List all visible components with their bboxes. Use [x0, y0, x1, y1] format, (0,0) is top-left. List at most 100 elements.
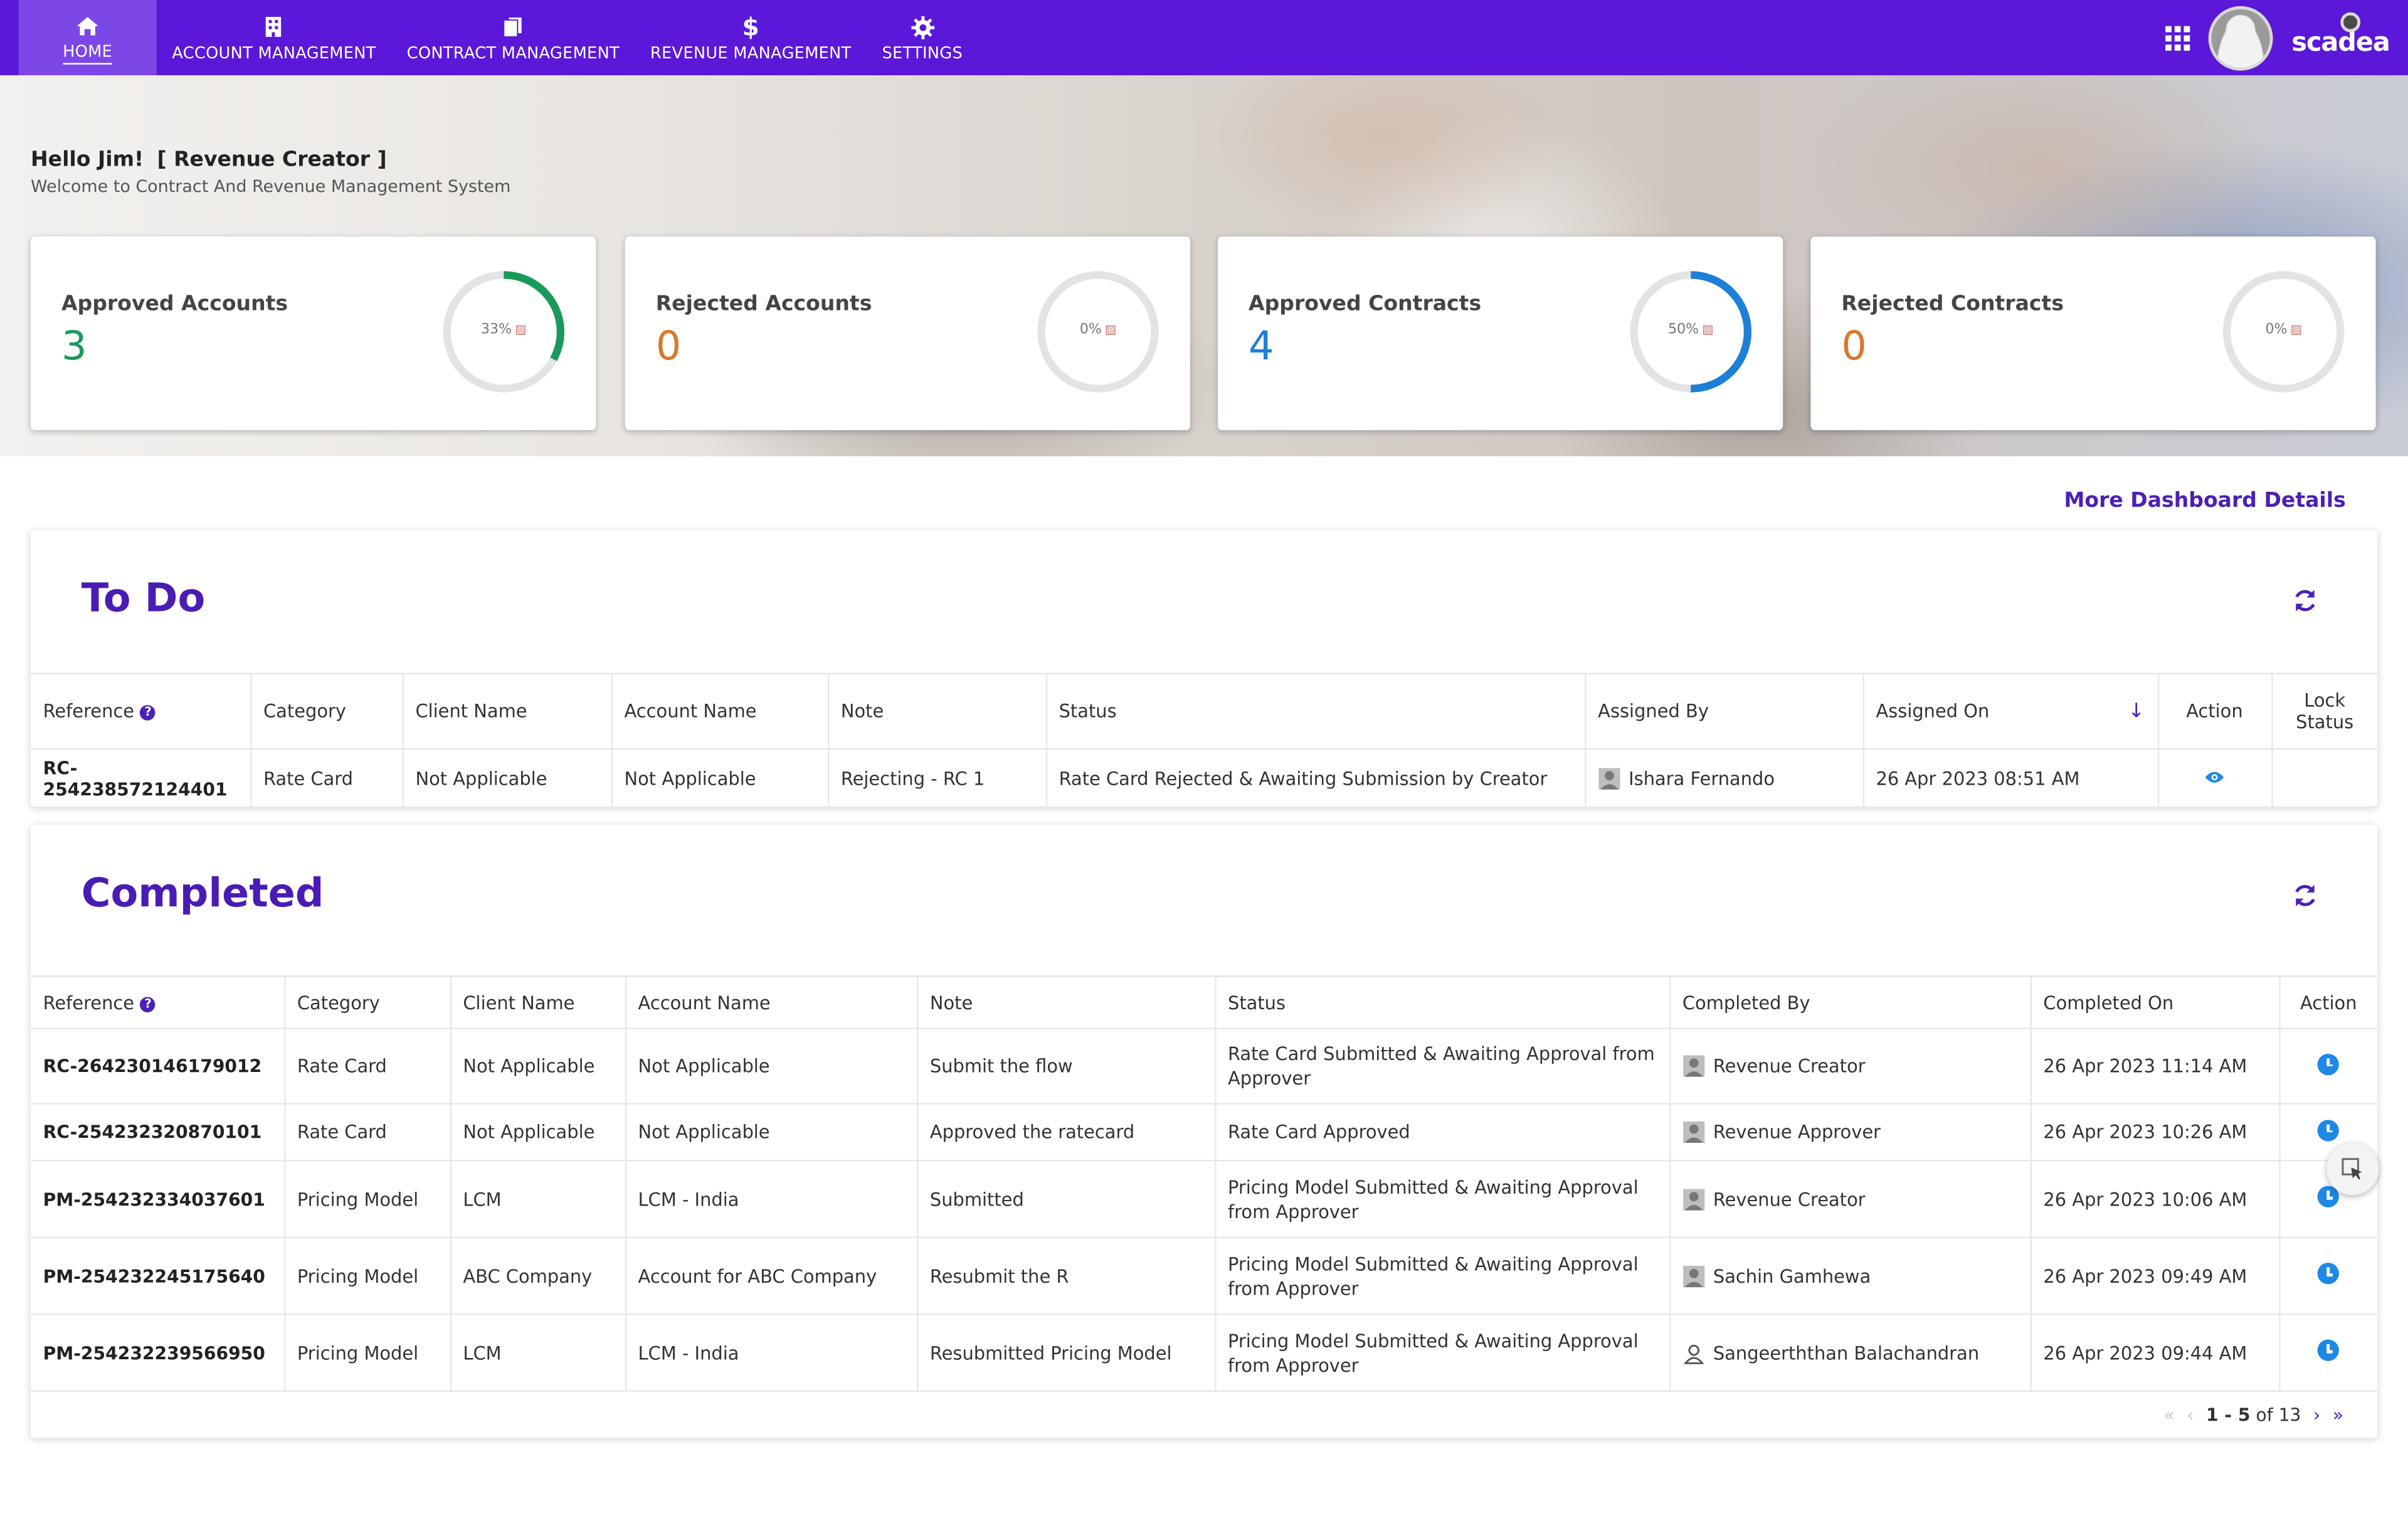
- chart-icon: ▨: [2290, 322, 2302, 337]
- col-status[interactable]: Status: [1213, 975, 1670, 1029]
- stat-label: Approved Accounts: [61, 292, 288, 317]
- col-account-name[interactable]: Account Name: [624, 975, 917, 1029]
- nav-contract-management-label: CONTRACT MANAGEMENT: [406, 43, 620, 63]
- cursor-select-icon: [2342, 1158, 2362, 1180]
- cell-status: Rate Card Approved: [1213, 1103, 1670, 1162]
- col-account-name[interactable]: Account Name: [610, 672, 828, 750]
- col-assigned-by[interactable]: Assigned By: [1584, 672, 1863, 750]
- completed-title: Completed: [81, 871, 324, 918]
- col-action: Action: [2157, 672, 2272, 750]
- stat-card-approved-accounts[interactable]: Approved Accounts 3 33% ▨: [30, 236, 596, 430]
- cell-completed-on: 26 Apr 2023 10:06 AM: [2029, 1160, 2279, 1238]
- apps-grid-icon[interactable]: [2165, 25, 2190, 50]
- nav-home[interactable]: HOME: [18, 0, 157, 76]
- refresh-icon[interactable]: [2291, 587, 2319, 615]
- col-note[interactable]: Note: [916, 975, 1215, 1029]
- completed-header-row: Reference? Category Client Name Account …: [30, 975, 2378, 1029]
- more-dashboard-details-link[interactable]: More Dashboard Details: [2064, 489, 2345, 513]
- table-row[interactable]: RC-254232320870101 Rate Card Not Applica…: [30, 1103, 2378, 1162]
- next-page-icon[interactable]: ›: [2313, 1404, 2320, 1425]
- nav-revenue-management-label: REVENUE MANAGEMENT: [650, 43, 852, 63]
- col-category[interactable]: Category: [249, 672, 403, 750]
- col-assigned-on[interactable]: Assigned On ↓: [1862, 672, 2158, 750]
- greeting: Hello Jim! [ Revenue Creator ]: [31, 147, 387, 172]
- history-clock-icon[interactable]: [2318, 1119, 2340, 1141]
- nav-settings-label: SETTINGS: [882, 43, 963, 63]
- cell-client: LCM: [449, 1160, 625, 1238]
- col-status[interactable]: Status: [1045, 672, 1585, 750]
- prev-page-icon[interactable]: ‹: [2187, 1404, 2194, 1425]
- cell-account: Not Applicable: [624, 1028, 917, 1105]
- cell-reference: PM-254232239566950: [30, 1314, 285, 1392]
- cell-category: Rate Card: [283, 1103, 450, 1162]
- user-avatar[interactable]: [2209, 5, 2273, 70]
- cell-status: Rate Card Submitted & Awaiting Approval …: [1213, 1028, 1670, 1105]
- view-eye-icon[interactable]: [2204, 767, 2225, 788]
- history-clock-icon[interactable]: [2318, 1263, 2340, 1285]
- nav-right: scadea: [2165, 0, 2408, 75]
- table-row[interactable]: RC-254238572124401 Rate Card Not Applica…: [30, 748, 2378, 809]
- stat-label: Rejected Accounts: [655, 292, 872, 317]
- cell-category: Pricing Model: [283, 1314, 450, 1392]
- cell-action: [2278, 1237, 2378, 1315]
- floating-pointer-button[interactable]: [2326, 1143, 2379, 1196]
- col-reference[interactable]: Reference?: [30, 975, 285, 1029]
- col-client-name[interactable]: Client Name: [449, 975, 625, 1029]
- refresh-icon[interactable]: [2291, 882, 2319, 910]
- last-page-icon[interactable]: »: [2333, 1404, 2343, 1425]
- cell-completed-by: Revenue Creator: [1668, 1160, 2030, 1238]
- sort-arrow-down-icon[interactable]: ↓: [2128, 700, 2145, 723]
- cell-account: LCM - India: [624, 1160, 917, 1238]
- cell-category: Pricing Model: [283, 1237, 450, 1315]
- help-icon[interactable]: ?: [140, 705, 156, 721]
- cell-action: [2157, 748, 2272, 809]
- first-page-icon[interactable]: «: [2163, 1404, 2174, 1425]
- help-icon[interactable]: ?: [140, 996, 156, 1012]
- cell-assigned-by: Ishara Fernando: [1584, 748, 1863, 809]
- cell-status: Pricing Model Submitted & Awaiting Appro…: [1213, 1237, 1670, 1315]
- col-category[interactable]: Category: [283, 975, 450, 1029]
- stat-label: Rejected Contracts: [1841, 292, 2064, 317]
- cell-lock-status: [2270, 748, 2378, 809]
- cell-reference: RC-254232320870101: [30, 1103, 285, 1162]
- history-clock-icon[interactable]: [2318, 1053, 2340, 1075]
- chart-icon: ▨: [514, 322, 527, 337]
- table-row[interactable]: PM-254232334037601 Pricing Model LCM LCM…: [30, 1160, 2378, 1238]
- cell-action: [2278, 1314, 2378, 1392]
- cell-client: Not Applicable: [449, 1028, 625, 1105]
- stat-value: 3: [61, 324, 87, 371]
- cell-note: Submit the flow: [916, 1028, 1215, 1105]
- col-reference[interactable]: Reference?: [30, 672, 251, 750]
- stat-percent: 0% ▨: [1079, 322, 1117, 338]
- stat-card-approved-contracts[interactable]: Approved Contracts 4 50% ▨: [1218, 236, 1783, 430]
- history-clock-icon[interactable]: [2318, 1339, 2340, 1361]
- nav-contract-management[interactable]: CONTRACT MANAGEMENT: [391, 0, 635, 75]
- stat-label: Approved Contracts: [1249, 292, 1482, 317]
- stat-card-rejected-contracts[interactable]: Rejected Contracts 0 0% ▨: [1810, 236, 2376, 430]
- col-client-name[interactable]: Client Name: [401, 672, 611, 750]
- stat-card-rejected-accounts[interactable]: Rejected Accounts 0 0% ▨: [625, 236, 1190, 430]
- cell-assigned-on: 26 Apr 2023 08:51 AM: [1862, 748, 2158, 809]
- col-completed-on[interactable]: Completed On: [2029, 975, 2279, 1029]
- table-row[interactable]: PM-254232245175640 Pricing Model ABC Com…: [30, 1237, 2378, 1315]
- cell-completed-on: 26 Apr 2023 09:49 AM: [2029, 1237, 2279, 1315]
- welcome-text: Welcome to Contract And Revenue Manageme…: [30, 176, 511, 197]
- hero-banner: Hello Jim! [ Revenue Creator ] Welcome t…: [0, 75, 2408, 457]
- col-action: Action: [2278, 975, 2378, 1029]
- cell-reference: RC-254238572124401: [30, 748, 251, 809]
- greeting-text: Hello Jim!: [30, 147, 144, 172]
- user-icon: [1682, 1121, 1704, 1143]
- table-row[interactable]: PM-254232239566950 Pricing Model LCM LCM…: [30, 1314, 2378, 1392]
- cell-account: Not Applicable: [624, 1103, 917, 1162]
- col-completed-by[interactable]: Completed By: [1668, 975, 2030, 1029]
- nav-revenue-management[interactable]: $ REVENUE MANAGEMENT: [635, 0, 867, 75]
- cell-category: Rate Card: [283, 1028, 450, 1105]
- table-row[interactable]: RC-264230146179012 Rate Card Not Applica…: [30, 1028, 2378, 1105]
- stat-donut: 33% ▨: [439, 267, 568, 396]
- user-icon: [1598, 767, 1620, 789]
- stat-percent: 33% ▨: [481, 322, 527, 338]
- col-note[interactable]: Note: [826, 672, 1046, 750]
- chart-icon: ▨: [1104, 322, 1117, 337]
- nav-account-management[interactable]: ACCOUNT MANAGEMENT: [157, 0, 391, 75]
- nav-settings[interactable]: SETTINGS: [867, 0, 978, 75]
